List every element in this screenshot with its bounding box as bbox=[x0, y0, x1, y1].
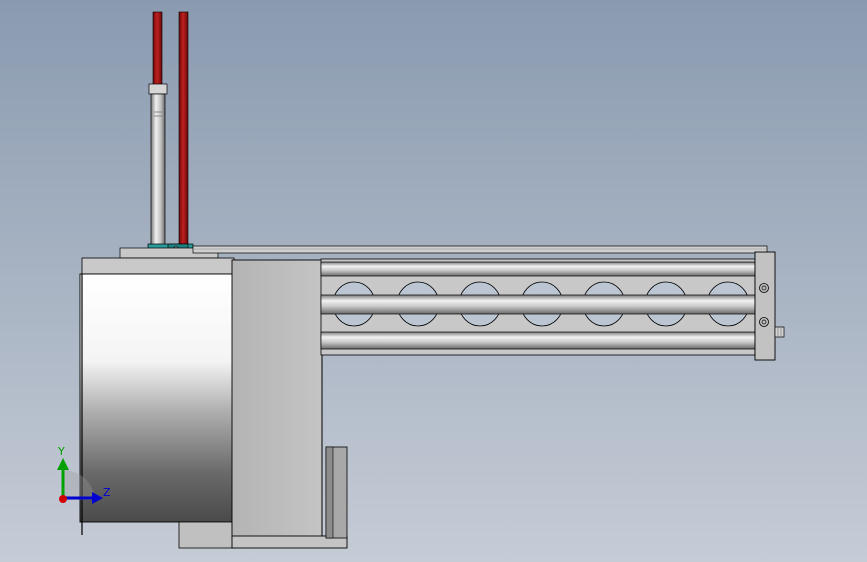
vertical-rod-assembly bbox=[148, 83, 168, 247]
vertical-rod bbox=[150, 93, 166, 247]
end-plate-bolt-top bbox=[759, 283, 769, 293]
bracket bbox=[325, 446, 348, 539]
end-plate-bolt-bottom bbox=[759, 317, 769, 327]
guide-rod-top bbox=[320, 261, 756, 277]
end-plate-screw bbox=[774, 326, 785, 338]
top-plate bbox=[81, 257, 235, 275]
bottom-block bbox=[178, 521, 236, 549]
red-tube-right bbox=[178, 11, 189, 245]
guide-rod-bottom bbox=[320, 331, 756, 350]
red-tube-left bbox=[152, 11, 163, 91]
triad-origin bbox=[59, 495, 67, 503]
cad-model-drawing: Y Z bbox=[0, 0, 867, 562]
guide-rod-middle bbox=[320, 294, 756, 315]
cad-viewport[interactable]: Y Z bbox=[0, 0, 867, 562]
side-mounting-plate bbox=[231, 259, 323, 539]
horizontal-guide-rails bbox=[320, 258, 756, 356]
z-axis-label: Z bbox=[103, 486, 111, 499]
y-axis-label: Y bbox=[57, 445, 65, 458]
rod-cap bbox=[148, 83, 168, 95]
